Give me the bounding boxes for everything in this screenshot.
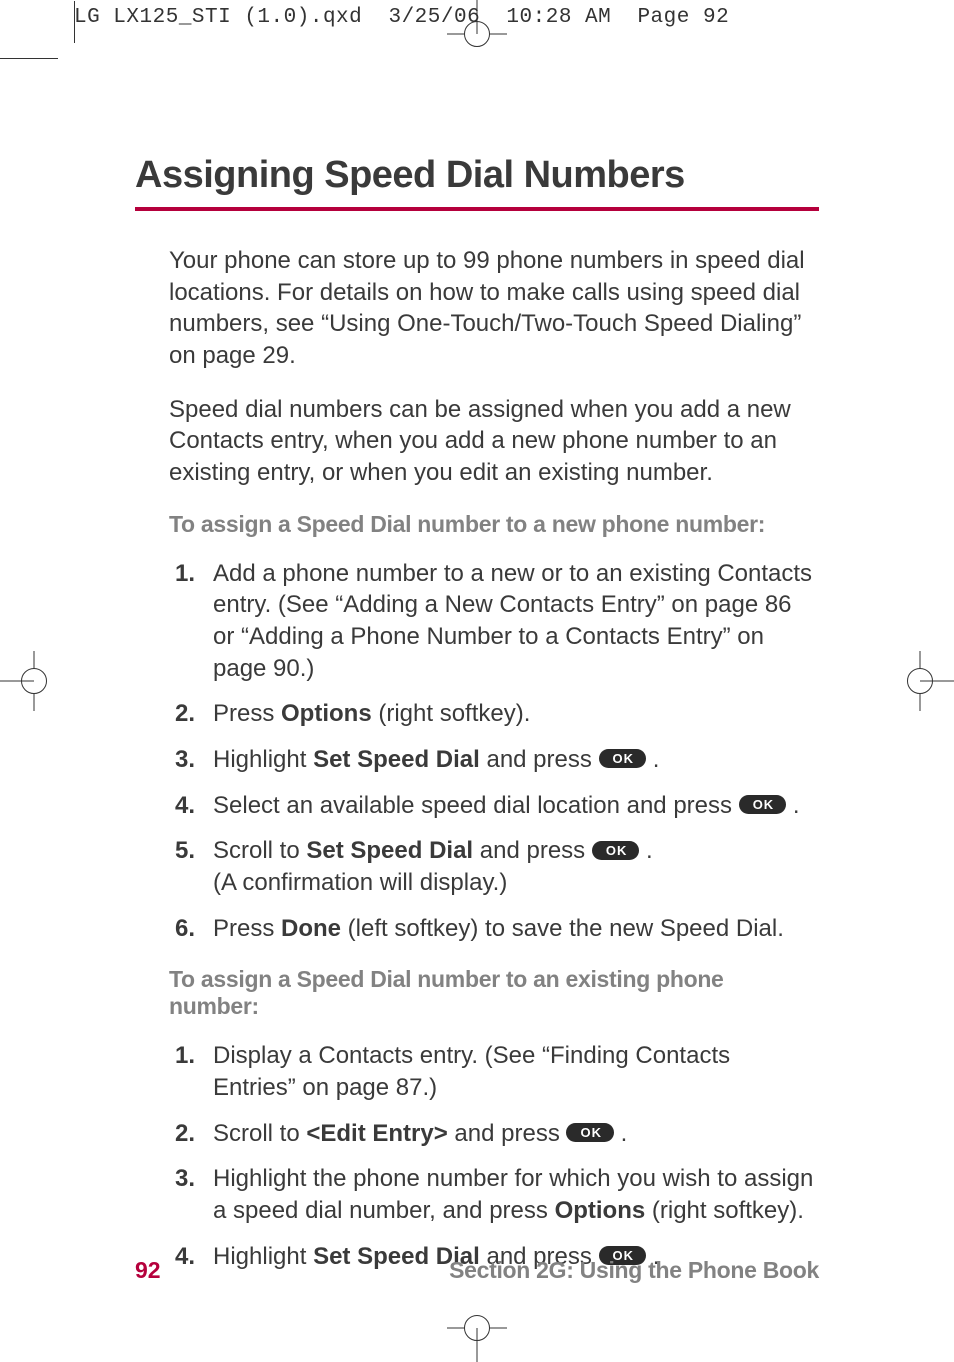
list-item: 3. Highlight the phone number for which … [169, 1163, 819, 1226]
step-number: 5. [169, 835, 213, 898]
steps-list: 1. Add a phone number to a new or to an … [169, 558, 819, 945]
list-item: 2. Press Options (right softkey). [169, 698, 819, 730]
registration-mark-icon [447, 1302, 507, 1362]
step-number: 3. [169, 1163, 213, 1226]
crop-mark-icon [74, 1, 75, 43]
sub-heading: To assign a Speed Dial number to a new p… [169, 511, 819, 538]
list-item: 5. Scroll to Set Speed Dial and press OK… [169, 835, 819, 898]
ok-button-icon: OK [592, 841, 640, 860]
step-number: 6. [169, 913, 213, 945]
registration-mark-icon [447, 0, 507, 60]
list-item: 1. Add a phone number to a new or to an … [169, 558, 819, 685]
prepress-file: LG LX125_STI (1.0).qxd [74, 6, 362, 29]
page-number: 92 [135, 1257, 161, 1284]
list-item: 4. Select an available speed dial locati… [169, 790, 819, 822]
step-text: Highlight Set Speed Dial and press OK . [213, 744, 819, 776]
ok-button-icon: OK [566, 1123, 614, 1142]
registration-mark-icon [0, 651, 60, 711]
prepress-page: Page 92 [637, 6, 729, 29]
step-text: Press Options (right softkey). [213, 698, 819, 730]
step-number: 4. [169, 790, 213, 822]
step-number: 3. [169, 744, 213, 776]
step-text: Scroll to Set Speed Dial and press OK .(… [213, 835, 819, 898]
step-text: Scroll to <Edit Entry> and press OK . [213, 1118, 819, 1150]
ok-button-icon: OK [599, 749, 647, 768]
step-number: 1. [169, 1040, 213, 1103]
step-number: 2. [169, 698, 213, 730]
crop-mark-icon [0, 58, 58, 59]
step-text: Highlight the phone number for which you… [213, 1163, 819, 1226]
ok-button-icon: OK [739, 795, 787, 814]
list-item: 1. Display a Contacts entry. (See “Findi… [169, 1040, 819, 1103]
heading-rule [135, 207, 819, 211]
section-label: Section 2G: Using the Phone Book [449, 1257, 819, 1284]
steps-list: 1. Display a Contacts entry. (See “Findi… [169, 1040, 819, 1272]
intro-paragraph: Speed dial numbers can be assigned when … [169, 394, 819, 489]
sub-heading: To assign a Speed Dial number to an exis… [169, 966, 819, 1020]
step-number: 1. [169, 558, 213, 685]
list-item: 6. Press Done (left softkey) to save the… [169, 913, 819, 945]
step-text: Display a Contacts entry. (See “Finding … [213, 1040, 819, 1103]
step-text: Select an available speed dial location … [213, 790, 819, 822]
list-item: 3. Highlight Set Speed Dial and press OK… [169, 744, 819, 776]
step-number: 2. [169, 1118, 213, 1150]
page-footer: 92 Section 2G: Using the Phone Book [135, 1257, 819, 1284]
prepress-time: 10:28 AM [506, 6, 611, 29]
list-item: 2. Scroll to <Edit Entry> and press OK . [169, 1118, 819, 1150]
page-content: Assigning Speed Dial Numbers Your phone … [75, 58, 879, 1304]
step-text: Add a phone number to a new or to an exi… [213, 558, 819, 685]
step-text: Press Done (left softkey) to save the ne… [213, 913, 819, 945]
registration-mark-icon [894, 651, 954, 711]
prepress-header: LG LX125_STI (1.0).qxd 3/25/06 10:28 AM … [74, 6, 729, 29]
page-title: Assigning Speed Dial Numbers [135, 154, 819, 197]
intro-paragraph: Your phone can store up to 99 phone numb… [169, 245, 819, 372]
